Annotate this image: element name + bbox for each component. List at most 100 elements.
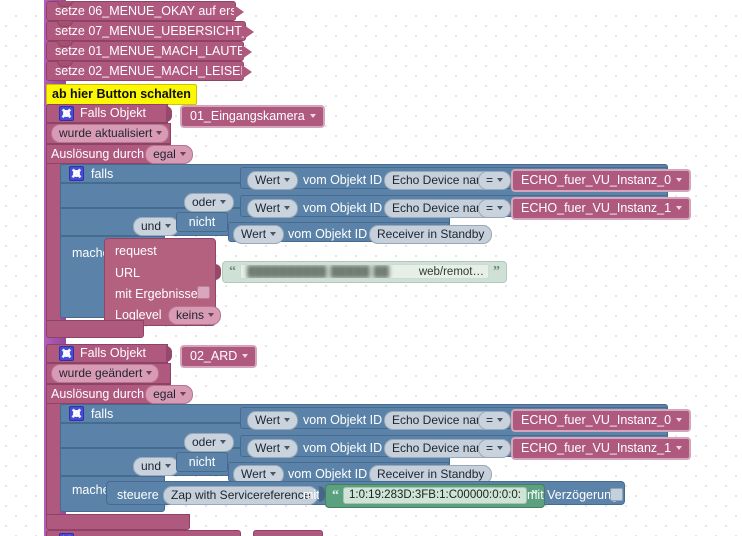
- trigger-2-c2-operator-label: =: [486, 441, 494, 455]
- trigger-2-c1-getter-label: Wert: [255, 413, 281, 427]
- trigger-2-if-label: falls: [91, 406, 114, 421]
- chevron-down-icon[interactable]: [220, 200, 227, 204]
- chevron-down-icon[interactable]: [220, 440, 227, 444]
- trigger-1-c2-value[interactable]: ECHO_fuer_VU_Instanz_1: [511, 197, 692, 220]
- trigger-1-c1-getter[interactable]: Wert: [247, 171, 299, 190]
- trigger-1-and-dropdown[interactable]: und: [133, 217, 180, 236]
- trigger-2-c1-value[interactable]: ECHO_fuer_VU_Instanz_0: [511, 409, 692, 432]
- trigger-1-c2-getter[interactable]: Wert: [247, 199, 299, 218]
- trigger-2-source-row[interactable]: Auslösung durch egal: [46, 384, 193, 404]
- trigger-2-c2-value[interactable]: ECHO_fuer_VU_Instanz_1: [511, 437, 692, 460]
- control-block[interactable]: steuere Zap with Servicereference mit “ …: [106, 481, 625, 508]
- trigger-2-and-dropdown[interactable]: und: [133, 457, 180, 476]
- trigger-2-c2-operator[interactable]: =: [478, 439, 512, 458]
- statement-block[interactable]: setze 01_MENUE_MACH_LAUTER …: [46, 41, 270, 61]
- statement-block[interactable]: setze 07_MENUE_UEBERSICHT_A…: [46, 21, 270, 41]
- gear-icon[interactable]: [59, 346, 74, 361]
- next-object-block-partial[interactable]: [253, 530, 323, 536]
- trigger-2-header[interactable]: Falls Objekt: [46, 344, 168, 363]
- request-title: request: [115, 244, 157, 258]
- chevron-down-icon[interactable]: [208, 313, 215, 317]
- gear-icon[interactable]: [59, 106, 74, 121]
- trigger-1-c1-value[interactable]: ECHO_fuer_VU_Instanz_0: [511, 169, 692, 192]
- comment-label[interactable]: ab hier Button schalten: [46, 84, 197, 105]
- control-target-field[interactable]: Zap with Servicereference: [163, 486, 319, 505]
- next-statement-block-partial[interactable]: [46, 530, 241, 536]
- statement-block[interactable]: setze 02_MENUE_MACH_LEISER …: [46, 61, 266, 81]
- trigger-1-not-condition[interactable]: Wert vom Objekt ID Receiver in Standby: [228, 222, 493, 244]
- trigger-2-c1-operator[interactable]: =: [478, 411, 512, 430]
- chevron-down-icon[interactable]: [497, 418, 504, 422]
- trigger-2-not-condition[interactable]: Wert vom Objekt ID Receiver in Standby: [228, 462, 493, 484]
- trigger-2-condition-1[interactable]: Wert vom Objekt ID Echo Device name = EC…: [240, 407, 692, 432]
- chevron-down-icon[interactable]: [284, 446, 291, 450]
- blockly-workspace[interactable]: setze 06_MENUE_OKAY auf ers… setze 07_ME…: [0, 0, 742, 536]
- chevron-down-icon[interactable]: [676, 446, 683, 450]
- chevron-down-icon[interactable]: [242, 354, 249, 358]
- trigger-2-condition-2[interactable]: Wert vom Objekt ID Echo Device name = EC…: [240, 435, 692, 460]
- request-url-label: URL: [115, 266, 141, 280]
- trigger-2-nc-from-label: vom Objekt ID: [288, 467, 368, 481]
- trigger-2-not-label: nicht: [188, 455, 216, 469]
- trigger-2-object-id-label: 02_ARD: [190, 349, 238, 363]
- request-url-field[interactable]: ██████████ █████ ██ web/remot…: [240, 264, 489, 279]
- trigger-2-not-block[interactable]: nicht: [176, 452, 228, 472]
- block-plug-icon: [234, 5, 244, 19]
- control-value-field[interactable]: 1:0:19:283D:3FB:1:C00000:0:0:0:: [343, 487, 527, 504]
- chevron-down-icon[interactable]: [284, 418, 291, 422]
- chevron-down-icon[interactable]: [497, 178, 504, 182]
- chevron-down-icon[interactable]: [270, 472, 277, 476]
- request-url-string-block[interactable]: “ ██████████ █████ ██ web/remot… ”: [222, 261, 507, 283]
- trigger-1-changetype-dropdown[interactable]: wurde aktualisiert: [51, 124, 170, 143]
- trigger-1-source-row[interactable]: Auslösung durch egal: [46, 144, 193, 164]
- chevron-down-icon[interactable]: [284, 178, 291, 182]
- trigger-1-object-id[interactable]: 01_Eingangskamera: [180, 105, 325, 128]
- chevron-down-icon[interactable]: [676, 206, 683, 210]
- trigger-2-c1-from-label: vom Objekt ID: [303, 413, 383, 427]
- chevron-down-icon[interactable]: [270, 232, 277, 236]
- request-block[interactable]: request URL mit Ergebnissen Loglevel kei…: [104, 238, 222, 326]
- statement-block[interactable]: setze 06_MENUE_OKAY auf ers…: [46, 1, 249, 21]
- trigger-1-not-block[interactable]: nicht: [176, 212, 228, 232]
- chevron-down-icon[interactable]: [497, 446, 504, 450]
- trigger-1-or-dropdown[interactable]: oder: [184, 193, 235, 212]
- trigger-1-c2-operator[interactable]: =: [478, 199, 512, 218]
- control-delay-checkbox[interactable]: [610, 488, 623, 501]
- chevron-down-icon[interactable]: [284, 206, 291, 210]
- chevron-down-icon[interactable]: [156, 131, 163, 135]
- trigger-2-or-dropdown[interactable]: oder: [184, 433, 235, 452]
- trigger-2-changetype-dropdown[interactable]: wurde geändert: [51, 364, 160, 383]
- trigger-1-changetype-row[interactable]: wurde aktualisiert: [46, 123, 171, 144]
- quote-close-icon: ”: [493, 263, 500, 279]
- trigger-1-c1-operator[interactable]: =: [478, 171, 512, 190]
- chevron-down-icon[interactable]: [309, 114, 316, 118]
- trigger-2-source-dropdown[interactable]: egal: [145, 384, 193, 404]
- trigger-1-condition-1[interactable]: Wert vom Objekt ID Echo Device name = EC…: [240, 167, 692, 192]
- chevron-down-icon[interactable]: [165, 464, 172, 468]
- chevron-down-icon[interactable]: [179, 391, 186, 396]
- request-results-label: mit Ergebnissen: [115, 287, 205, 301]
- trigger-1-condition-2[interactable]: Wert vom Objekt ID Echo Device name = EC…: [240, 195, 692, 220]
- request-results-checkbox[interactable]: [197, 286, 210, 299]
- trigger-2-changetype-row[interactable]: wurde geändert: [46, 363, 171, 384]
- trigger-1-footer[interactable]: [46, 320, 144, 338]
- chevron-down-icon[interactable]: [676, 418, 683, 422]
- trigger-2-c1-getter[interactable]: Wert: [247, 411, 299, 430]
- trigger-2-object-id[interactable]: 02_ARD: [180, 345, 258, 368]
- gear-icon[interactable]: [69, 406, 84, 421]
- trigger-1-nc-object-field[interactable]: Receiver in Standby: [369, 225, 493, 244]
- chevron-down-icon[interactable]: [676, 178, 683, 182]
- chevron-down-icon[interactable]: [146, 371, 153, 375]
- chevron-down-icon[interactable]: [179, 151, 186, 156]
- chevron-down-icon[interactable]: [165, 224, 172, 228]
- trigger-1-source-dropdown[interactable]: egal: [145, 144, 193, 164]
- trigger-1-nc-getter[interactable]: Wert: [233, 225, 285, 244]
- chevron-down-icon[interactable]: [497, 206, 504, 210]
- gear-icon[interactable]: [69, 166, 84, 181]
- statement-label: setze 07_MENUE_UEBERSICHT_A…: [55, 24, 270, 38]
- trigger-2-c2-getter[interactable]: Wert: [247, 439, 299, 458]
- control-value-string-block[interactable]: “ 1:0:19:283D:3FB:1:C00000:0:0:0: ”: [325, 484, 545, 508]
- request-loglevel-dropdown[interactable]: keins: [168, 306, 222, 325]
- trigger-1-header[interactable]: Falls Objekt: [46, 104, 168, 123]
- trigger-2-footer[interactable]: [46, 514, 190, 530]
